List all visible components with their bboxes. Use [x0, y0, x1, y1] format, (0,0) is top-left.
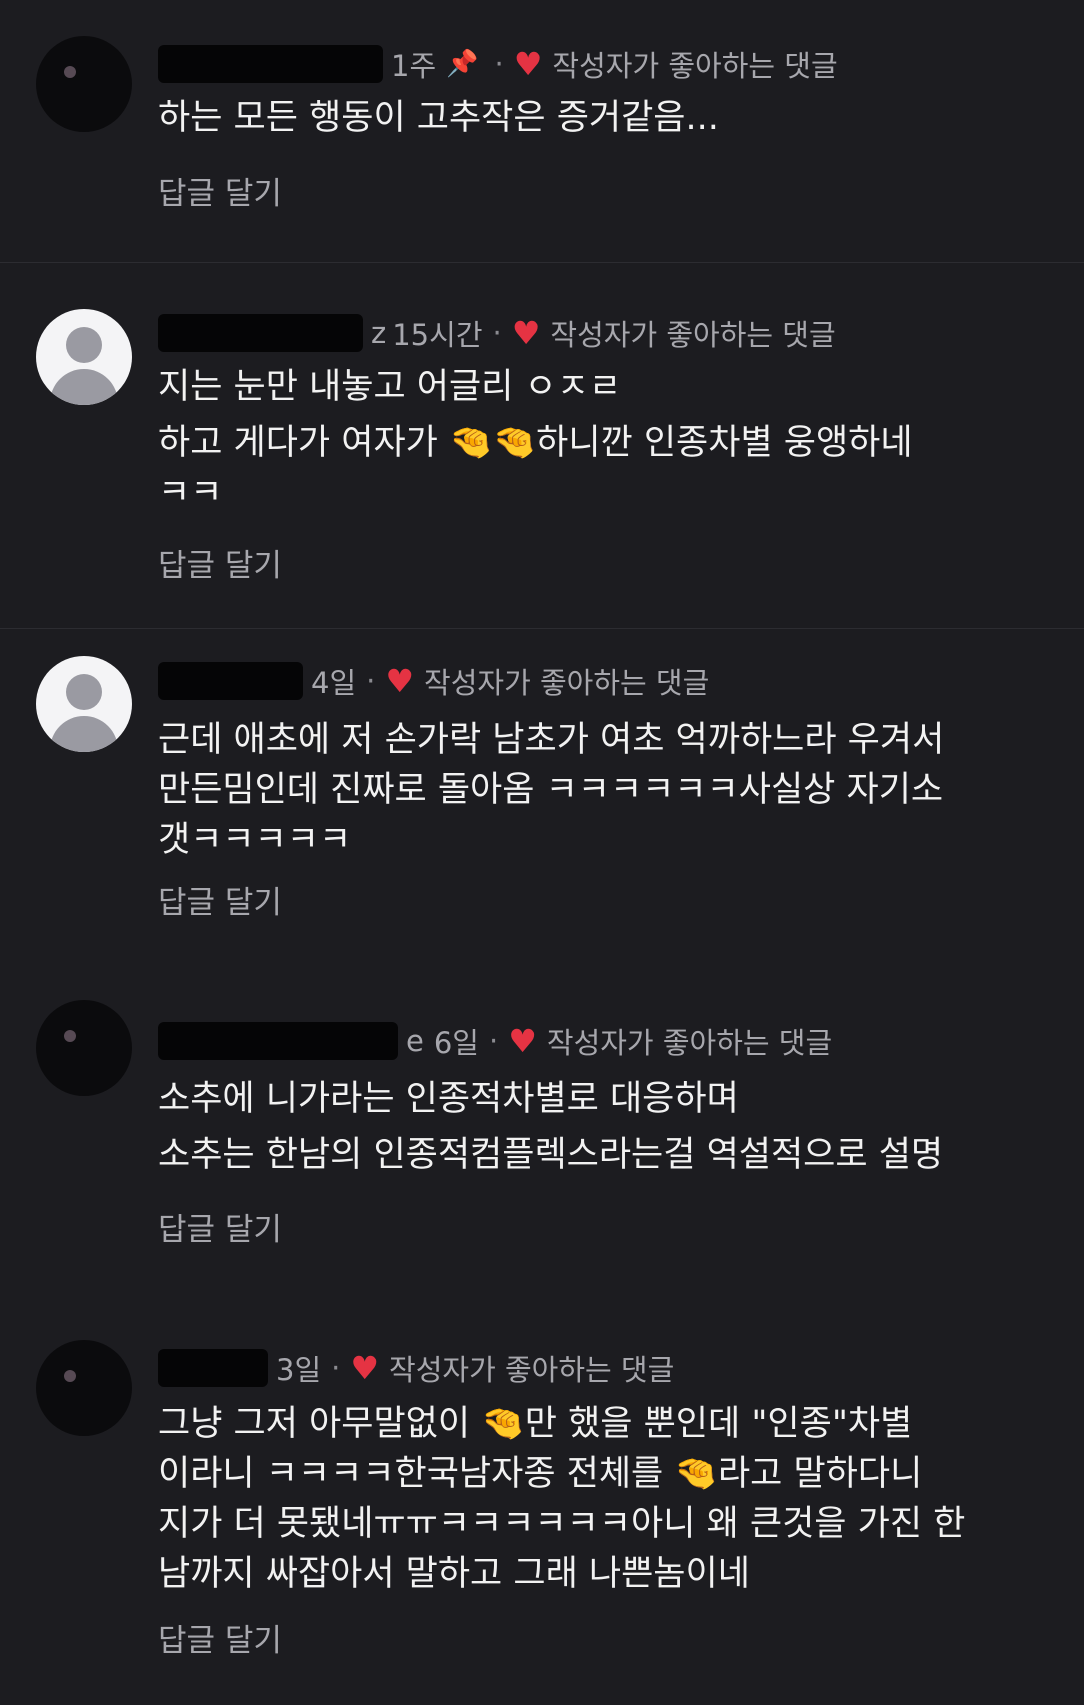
- separator-dot: ·: [331, 1351, 341, 1385]
- comment-list: 1주 📌 · ♥ 작성자가 좋아하는 댓글 하는 모든 행동이 고추작은 증거같…: [0, 0, 1084, 1705]
- comment-line: 근데 애초에 저 손가락 남초가 여초 억까하느라 우겨서: [158, 720, 945, 760]
- separator-dot: ·: [494, 47, 504, 81]
- comment-line: 지가 더 못됐네ㅠㅠㅋㅋㅋㅋㅋㅋ아니 왜 큰것을 가진 한: [158, 1504, 966, 1544]
- redacted-username[interactable]: [158, 1349, 268, 1387]
- separator-dot: ·: [488, 1024, 499, 1058]
- comment-meta: z 15시간 · ♥ 작성자가 좋아하는 댓글: [158, 313, 836, 353]
- comment-line: 만든밈인데 진짜로 돌아옴 ㅋㅋㅋㅋㅋㅋ사실상 자기소: [158, 770, 944, 810]
- comment-line: 지는 눈만 내놓고 어글리 ㅇㅈㄹ: [158, 367, 622, 407]
- comment-text: 그냥 그저 아무말없이 🤏만 했을 뿐인데 "인종"차별 이라니 ㅋㅋㅋㅋ한국남…: [158, 1399, 1058, 1599]
- reply-button[interactable]: 답글 달기: [158, 168, 282, 213]
- comment-meta: 3일 · ♥ 작성자가 좋아하는 댓글: [158, 1348, 674, 1388]
- redacted-username[interactable]: [158, 1022, 398, 1060]
- comment-line: 남까지 싸잡아서 말하고 그래 나쁜놈이네: [158, 1554, 750, 1594]
- avatar[interactable]: [36, 1340, 132, 1436]
- author-liked-label: 작성자가 좋아하는 댓글: [552, 49, 838, 83]
- heart-icon: ♥: [385, 662, 415, 700]
- comment-meta: e 6일 · ♥ 작성자가 좋아하는 댓글: [158, 1021, 832, 1061]
- comment-time: 1주: [391, 49, 437, 83]
- comment-text: 하는 모든 행동이 고추작은 증거같음...: [158, 93, 1058, 143]
- comment-meta: 1주 📌 · ♥ 작성자가 좋아하는 댓글: [158, 44, 838, 84]
- heart-icon: ♥: [511, 314, 541, 352]
- comment-line: 그냥 그저 아무말없이 🤏만 했을 뿐인데 "인종"차별: [158, 1404, 913, 1444]
- divider: [0, 262, 1084, 263]
- avatar[interactable]: [36, 309, 132, 405]
- reply-button[interactable]: 답글 달기: [158, 1615, 282, 1660]
- author-suffix: z: [371, 316, 387, 350]
- divider: [0, 628, 1084, 629]
- redacted-username[interactable]: [158, 662, 303, 700]
- comment-line: 소추에 니가라는 인종적차별로 대응하며: [158, 1079, 739, 1119]
- heart-icon: ♥: [513, 45, 543, 83]
- comment-time: 3일: [276, 1353, 322, 1387]
- separator-dot: ·: [366, 664, 376, 698]
- comment-line: 하고 게다가 여자가 🤏🤏하니깐 인종차별 웅앵하네: [158, 423, 913, 463]
- reply-button[interactable]: 답글 달기: [158, 540, 282, 585]
- comment-time: 4일: [311, 666, 357, 700]
- comment-line: 이라니 ㅋㅋㅋㅋ한국남자종 전체를 🤏라고 말하다니: [158, 1454, 923, 1494]
- avatar[interactable]: [36, 36, 132, 132]
- comment-line: ㅋㅋ: [158, 473, 223, 513]
- comment-meta: 4일 · ♥ 작성자가 좋아하는 댓글: [158, 661, 709, 701]
- heart-icon: ♥: [350, 1349, 380, 1387]
- comment-time: 6일: [433, 1026, 479, 1060]
- author-liked-label: 작성자가 좋아하는 댓글: [424, 666, 710, 700]
- comment-time: 15시간: [392, 318, 483, 352]
- reply-button[interactable]: 답글 달기: [158, 877, 282, 922]
- comment-text: 지는 눈만 내놓고 어글리 ㅇㅈㄹ 하고 게다가 여자가 🤏🤏하니깐 인종차별 …: [158, 362, 1058, 518]
- avatar[interactable]: [36, 656, 132, 752]
- avatar[interactable]: [36, 1000, 132, 1096]
- author-liked-label: 작성자가 좋아하는 댓글: [550, 318, 836, 352]
- comment-text: 소추에 니가라는 인종적차별로 대응하며 소추는 한남의 인종적컴플렉스라는걸 …: [158, 1074, 1058, 1180]
- reply-button[interactable]: 답글 달기: [158, 1204, 282, 1249]
- comment-line: 하는 모든 행동이 고추작은 증거같음...: [158, 98, 719, 138]
- author-liked-label: 작성자가 좋아하는 댓글: [389, 1353, 675, 1387]
- comment-line: 소추는 한남의 인종적컴플렉스라는걸 역설적으로 설명: [158, 1135, 944, 1175]
- author-suffix: e: [406, 1024, 424, 1058]
- author-liked-label: 작성자가 좋아하는 댓글: [546, 1026, 833, 1060]
- comment-line: 갯ㅋㅋㅋㅋㅋ: [158, 820, 352, 860]
- comment-text: 근데 애초에 저 손가락 남초가 여초 억까하느라 우겨서 만든밈인데 진짜로 …: [158, 715, 1058, 865]
- redacted-username[interactable]: [158, 314, 363, 352]
- heart-icon: ♥: [508, 1022, 537, 1060]
- separator-dot: ·: [492, 316, 502, 350]
- pin-icon: 📌: [446, 49, 479, 79]
- redacted-username[interactable]: [158, 45, 383, 83]
